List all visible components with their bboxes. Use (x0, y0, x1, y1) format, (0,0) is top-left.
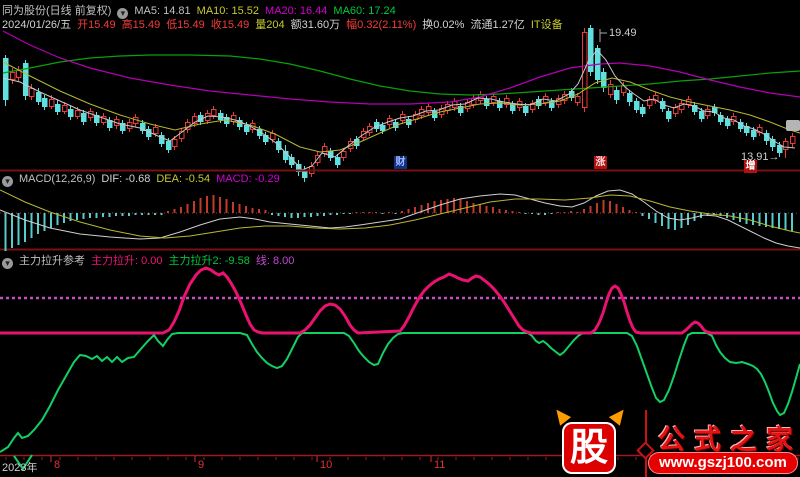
stamp-gu-icon: 股 (562, 422, 616, 474)
watermark-logo: 股 公式之家 www.gszj100.com (550, 404, 798, 477)
stock-app-window: 同为股份(日线 前复权) ▾ MA5: 14.81 MA10: 15.52 MA20: … (0, 0, 800, 477)
bull-horn-icon (608, 405, 630, 426)
watermark-url[interactable]: www.gszj100.com (648, 452, 798, 474)
